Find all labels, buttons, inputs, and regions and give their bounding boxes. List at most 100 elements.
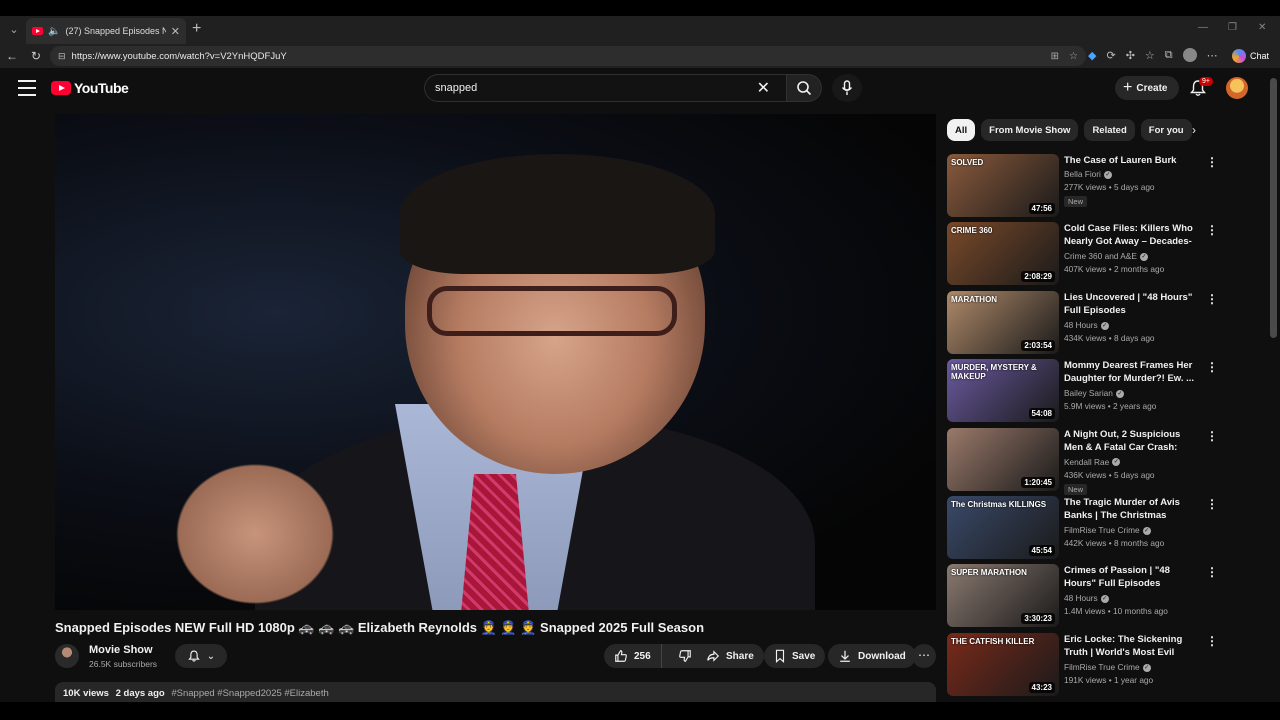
url-text[interactable]: https://www.youtube.com/watch?v=V2YnHQDF… <box>72 51 1045 62</box>
channel-name[interactable]: Kendall Rae <box>1064 457 1109 467</box>
channel-name[interactable]: FilmRise True Crime <box>1064 525 1140 535</box>
recommendation-channel[interactable]: FilmRise True Crime ✓ <box>1064 525 1151 535</box>
tab-close-icon[interactable]: ✕ <box>171 25 180 38</box>
recommendation-channel[interactable]: Crime 360 and A&E ✓ <box>1064 251 1148 261</box>
recommendation-title[interactable]: The Case of Lauren Burk <box>1064 154 1200 167</box>
collections-icon[interactable]: ⧉ <box>1165 49 1173 62</box>
hashtags[interactable]: #Snapped #Snapped2025 #Elizabeth <box>171 688 328 699</box>
recommendation-item[interactable]: 1:20:45 A Night Out, 2 Suspicious Men & A… <box>947 427 1218 495</box>
channel-name[interactable]: Bella Fiori <box>1064 169 1101 179</box>
more-actions-icon[interactable]: ⋯ <box>912 644 936 668</box>
recommendation-title[interactable]: The Tragic Murder of Avis Banks | The Ch… <box>1064 496 1200 522</box>
like-button[interactable]: 256 <box>604 644 662 668</box>
recommendation-item[interactable]: CRIME 360 2:08:29 Cold Case Files: Killers… <box>947 222 1218 286</box>
recommendation-title[interactable]: Eric Locke: The Sickening Truth | World'… <box>1064 633 1200 659</box>
subscriber-count: 26.5K subscribers <box>89 659 158 669</box>
chip-all[interactable]: All <box>947 119 976 141</box>
copilot-chat-button[interactable]: Chat <box>1232 47 1269 65</box>
menu-icon[interactable] <box>18 80 36 96</box>
more-options-icon[interactable]: ⋮ <box>1206 361 1218 373</box>
channel-avatar[interactable] <box>55 644 79 668</box>
app-install-icon[interactable]: ⊞ <box>1051 51 1059 62</box>
window-close-icon[interactable]: ✕ <box>1258 22 1266 33</box>
recommendation-item[interactable]: MARATHON 2:03:54 Lies Uncovered | "48 Hour… <box>947 290 1218 355</box>
video-thumbnail[interactable]: SUPER MARATHON 3:30:23 <box>947 564 1059 628</box>
favorite-star-icon[interactable]: ☆ <box>1069 51 1078 62</box>
channel-name[interactable]: 48 Hours <box>1064 593 1098 603</box>
video-thumbnail[interactable]: MARATHON 2:03:54 <box>947 290 1059 354</box>
account-avatar[interactable] <box>1226 77 1248 99</box>
recommendation-channel[interactable]: Bella Fiori ✓ <box>1064 169 1112 179</box>
video-thumbnail[interactable]: The Christmas KILLINGS 45:54 <box>947 496 1059 559</box>
recommendation-item[interactable]: SUPER MARATHON 3:30:23 Crimes of Passion |… <box>947 564 1218 628</box>
share-button[interactable]: Share <box>696 644 764 668</box>
create-button[interactable]: + Create <box>1115 76 1180 100</box>
channel-name[interactable]: Bailey Sarian <box>1064 388 1113 398</box>
recommendation-item[interactable]: SOLVED 47:56 The Case of Lauren Burk Bella … <box>947 154 1218 218</box>
recommendation-channel[interactable]: 48 Hours ✓ <box>1064 320 1109 330</box>
speaker-icon[interactable]: 🔈 <box>48 26 60 37</box>
browser-menu-icon[interactable]: ⋯ <box>1207 49 1218 62</box>
chip-related[interactable]: Related <box>1084 119 1135 141</box>
more-options-icon[interactable]: ⋮ <box>1206 224 1218 236</box>
recommendation-channel[interactable]: 48 Hours ✓ <box>1064 593 1109 603</box>
address-bar[interactable]: ⊟ https://www.youtube.com/watch?v=V2YnHQ… <box>50 46 1086 66</box>
clear-search-icon[interactable]: ✕ <box>757 78 770 98</box>
chevron-right-icon[interactable]: › <box>1192 123 1196 137</box>
recommendation-title[interactable]: Crimes of Passion | "48 Hours" Full Epis… <box>1064 564 1200 590</box>
recommendation-item[interactable]: THE CATFISH KILLER 43:23 Eric Locke: The S… <box>947 632 1218 697</box>
save-button[interactable]: Save <box>764 644 826 668</box>
download-button[interactable]: Download <box>828 644 916 668</box>
profile-avatar[interactable] <box>1182 48 1197 62</box>
verified-check-icon: ✓ <box>1100 595 1109 604</box>
search-query[interactable]: snapped <box>435 82 757 94</box>
recommendation-title[interactable]: Cold Case Files: Killers Who Nearly Got … <box>1064 222 1200 248</box>
tab-list-chevron-icon[interactable]: ⌄ <box>6 22 22 38</box>
more-options-icon[interactable]: ⋮ <box>1206 293 1218 305</box>
channel-name[interactable]: FilmRise True Crime <box>1064 662 1140 672</box>
youtube-logo[interactable]: YouTube <box>51 80 129 96</box>
video-thumbnail[interactable]: SOLVED 47:56 <box>947 154 1059 217</box>
subscription-bell-button[interactable]: ⌄ <box>175 644 227 668</box>
more-options-icon[interactable]: ⋮ <box>1206 566 1218 578</box>
search-input[interactable]: snapped ✕ <box>424 74 786 102</box>
site-info-icon[interactable]: ⊟ <box>58 51 66 62</box>
recommendation-channel[interactable]: FilmRise True Crime ✓ <box>1064 662 1151 672</box>
more-options-icon[interactable]: ⋮ <box>1206 430 1218 442</box>
more-options-icon[interactable]: ⋮ <box>1206 156 1218 168</box>
refresh-extension-icon[interactable]: ⟳ <box>1106 49 1115 62</box>
channel-name[interactable]: Movie Show <box>89 644 153 656</box>
video-thumbnail[interactable]: MURDER, MYSTERY & MAKEUP 54:08 <box>947 359 1059 423</box>
recommendation-item[interactable]: The Christmas KILLINGS 45:54 The Tragic Mu… <box>947 496 1218 560</box>
chip-for-you[interactable]: For you <box>1140 119 1192 141</box>
extensions-puzzle-icon[interactable]: ✣ <box>1126 49 1135 62</box>
channel-name[interactable]: 48 Hours <box>1064 320 1098 330</box>
new-badge: New <box>1064 483 1088 495</box>
recommendation-channel[interactable]: Bailey Sarian ✓ <box>1064 388 1124 398</box>
maximize-icon[interactable]: ❐ <box>1228 22 1237 33</box>
recommendation-item[interactable]: MURDER, MYSTERY & MAKEUP 54:08 Mommy Deare… <box>947 359 1218 423</box>
search-button[interactable] <box>786 74 822 102</box>
new-tab-button[interactable]: + <box>192 20 201 38</box>
recommendation-title[interactable]: Lies Uncovered | "48 Hours" Full Episode… <box>1064 291 1200 317</box>
more-options-icon[interactable]: ⋮ <box>1206 498 1218 510</box>
channel-name[interactable]: Crime 360 and A&E <box>1064 251 1137 261</box>
scrollbar-thumb[interactable] <box>1270 78 1277 338</box>
video-thumbnail[interactable]: CRIME 360 2:08:29 <box>947 222 1059 286</box>
voice-search-button[interactable] <box>832 74 862 102</box>
browser-tab-active[interactable]: 🔈 (27) Snapped Episodes NEW Full ✕ <box>26 18 186 44</box>
video-thumbnail[interactable]: THE CATFISH KILLER 43:23 <box>947 632 1059 696</box>
video-player[interactable] <box>55 114 936 610</box>
recommendation-channel[interactable]: Kendall Rae ✓ <box>1064 457 1121 467</box>
recommendation-title[interactable]: A Night Out, 2 Suspicious Men & A Fatal … <box>1064 428 1200 454</box>
page-scrollbar[interactable] <box>1268 68 1280 720</box>
extension-icon[interactable]: ◆ <box>1088 49 1096 62</box>
video-thumbnail[interactable]: 1:20:45 <box>947 427 1059 491</box>
more-options-icon[interactable]: ⋮ <box>1206 635 1218 647</box>
recommendation-title[interactable]: Mommy Dearest Frames Her Daughter for Mu… <box>1064 359 1200 385</box>
minimize-icon[interactable]: — <box>1198 22 1208 33</box>
favorites-icon[interactable]: ☆ <box>1145 49 1155 62</box>
chip-from-channel[interactable]: From Movie Show <box>981 119 1079 141</box>
back-arrow-icon[interactable]: ← <box>4 48 20 64</box>
reload-icon[interactable]: ↻ <box>28 48 44 64</box>
